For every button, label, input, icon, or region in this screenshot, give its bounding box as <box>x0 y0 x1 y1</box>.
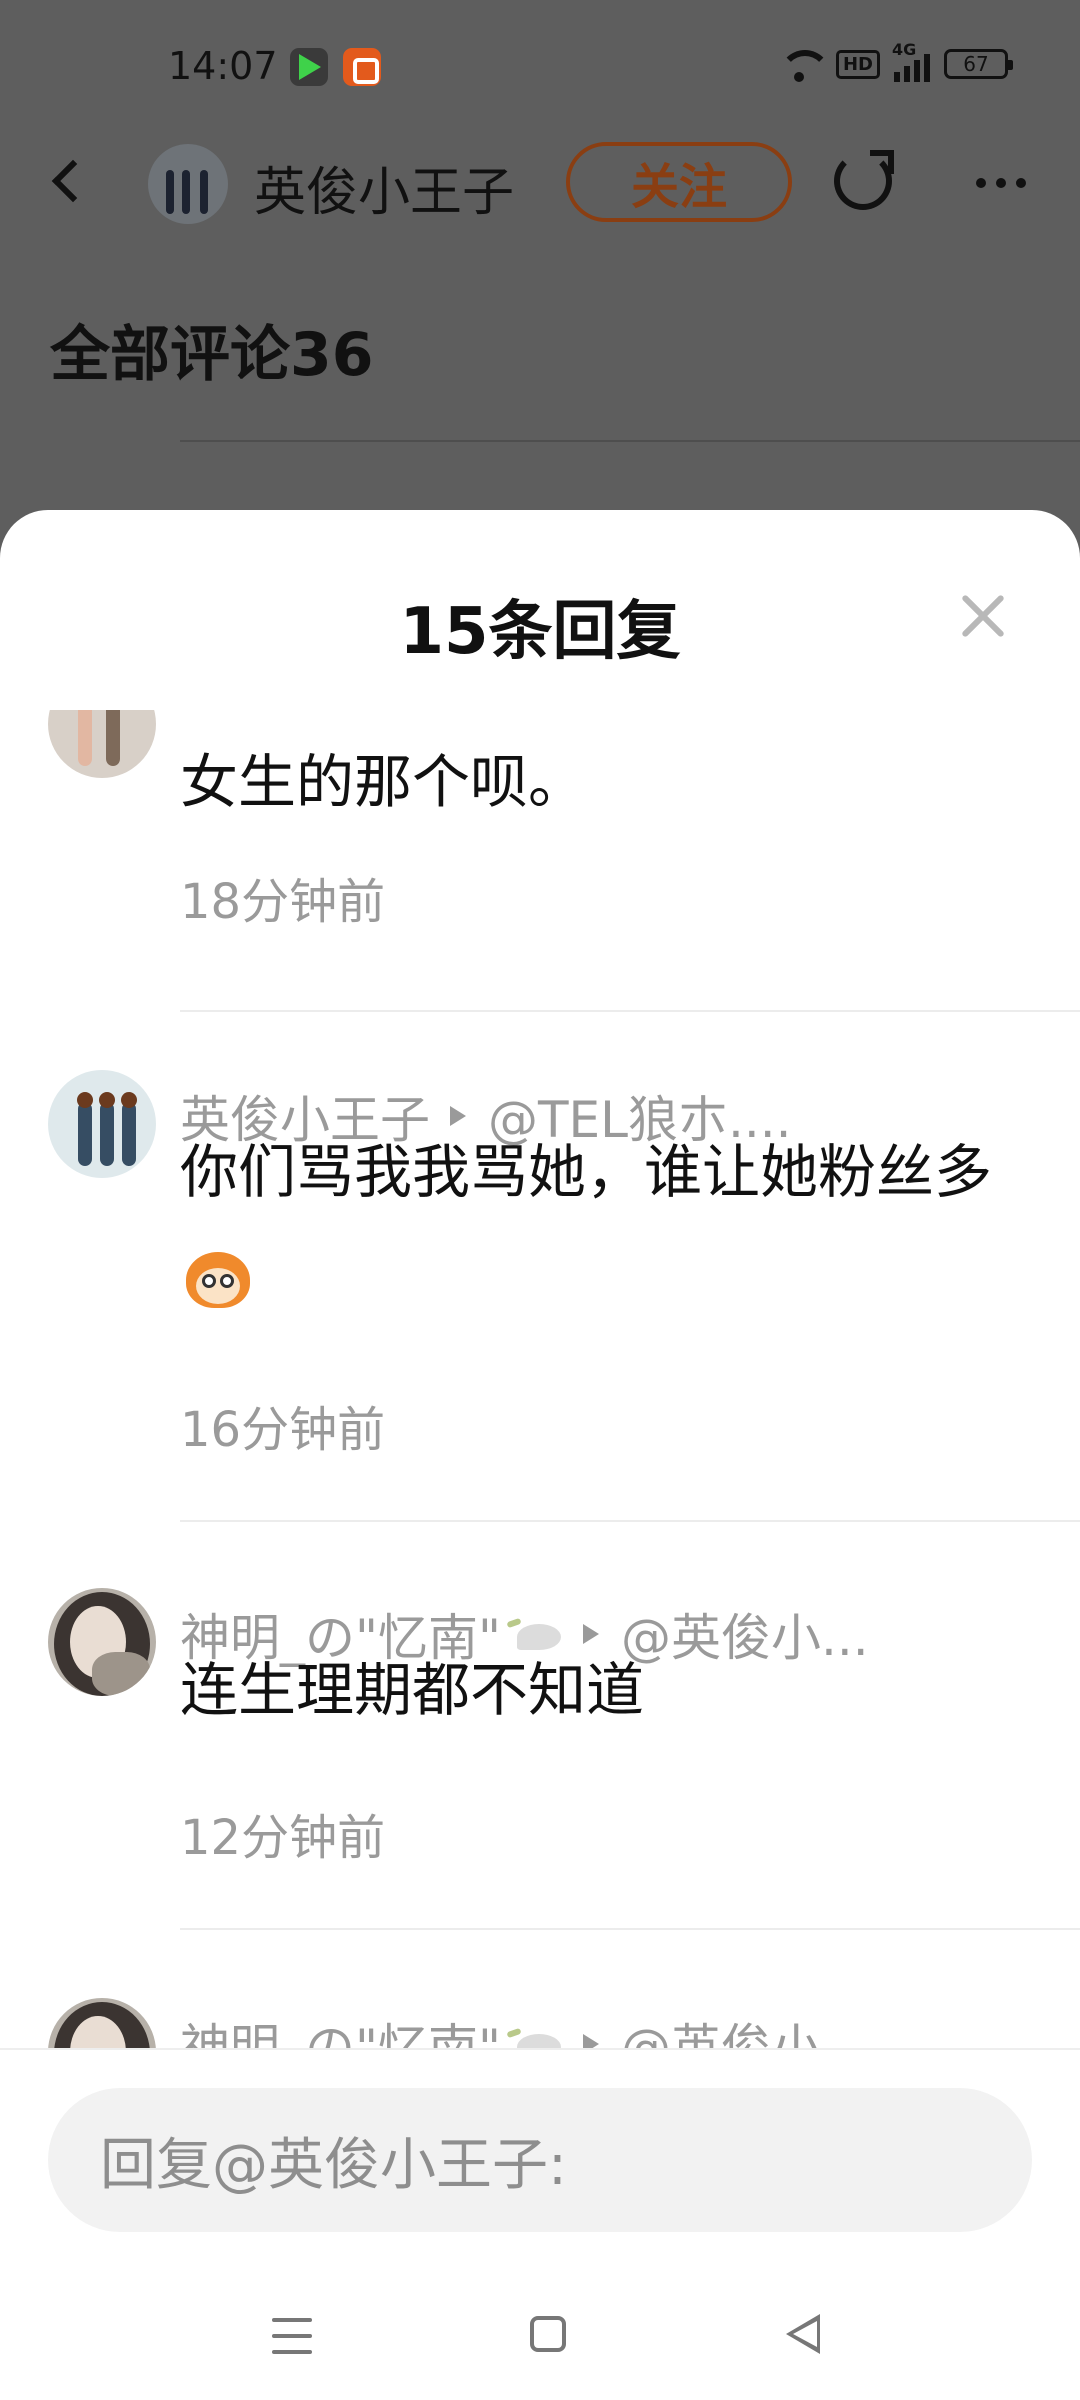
sheet-title: 15条回复 <box>399 595 681 669</box>
divider <box>180 1520 1080 1522</box>
more-options-icon[interactable] <box>976 178 1026 188</box>
follow-button[interactable]: 关注 <box>566 142 792 222</box>
reply-input-placeholder: 回复@英俊小王子: <box>100 2132 567 2198</box>
reply-list[interactable]: 女生的那个呗。 18分钟前 英俊小王子 @TEL狼朩.... 你们骂我我骂她，谁… <box>0 710 1080 2050</box>
network-type-label: 4G <box>892 40 917 59</box>
reply-author[interactable]: 神明_の"忆南" <box>180 2008 501 2050</box>
reply-time: 18分钟前 <box>180 874 386 930</box>
reply-time: 12分钟前 <box>180 1810 386 1866</box>
reply-footer: 回复@英俊小王子: <box>0 2048 1080 2400</box>
author-avatar[interactable] <box>148 144 228 224</box>
hd-icon: HD <box>835 49 880 79</box>
system-nav-bar <box>0 2290 1080 2400</box>
home-icon[interactable] <box>530 2316 566 2352</box>
replies-sheet: 15条回复 女生的那个呗。 18分钟前 英俊小王子 @TEL狼朩.... 你们骂… <box>0 510 1080 2400</box>
close-icon[interactable] <box>958 590 1008 640</box>
divider <box>180 1928 1080 1930</box>
avatar[interactable] <box>48 1588 156 1696</box>
divider <box>180 1010 1080 1012</box>
avatar[interactable] <box>48 1070 156 1178</box>
author-name[interactable]: 英俊小王子 <box>254 150 514 225</box>
battery-icon: 67 <box>944 49 1013 79</box>
status-bar: 14:07 HD 4G 67 <box>0 0 1080 140</box>
avatar[interactable] <box>48 1998 156 2050</box>
reply-text: 女生的那个呗。 <box>180 748 587 816</box>
back-icon[interactable] <box>786 2314 820 2354</box>
recent-apps-icon[interactable] <box>272 2318 312 2354</box>
avatar[interactable] <box>48 710 156 778</box>
reply-time: 16分钟前 <box>180 1402 386 1458</box>
status-time: 14:07 <box>168 44 278 88</box>
reply-input[interactable]: 回复@英俊小王子: <box>48 2088 1032 2232</box>
kuaishou-app-icon <box>343 48 381 86</box>
video-app-icon <box>290 48 328 86</box>
share-icon[interactable] <box>834 150 894 210</box>
reply-meta: 神明_の"忆南" @英俊小 <box>180 2008 821 2050</box>
wifi-icon <box>776 46 831 82</box>
reply-target[interactable]: @英俊小 <box>621 2008 821 2050</box>
battery-level: 67 <box>963 52 989 76</box>
divider <box>180 440 1080 442</box>
signal-icon: 4G <box>892 40 930 82</box>
reply-text: 你们骂我我骂她，谁让她粉丝多 <box>180 1120 1000 1328</box>
back-arrow-icon[interactable] <box>51 159 95 203</box>
all-comments-title: 全部评论36 <box>50 320 374 390</box>
reply-text: 连生理期都不知道 <box>180 1656 645 1724</box>
status-icons: HD 4G 67 <box>776 40 1013 82</box>
screen: 14:07 HD 4G 67 英俊小王子 关注 全部评论36 15条回复 女生的… <box>0 0 1080 2400</box>
monkey-emoji-icon <box>186 1251 250 1308</box>
dove-icon <box>507 2026 563 2050</box>
top-bar: 英俊小王子 关注 <box>0 140 1080 224</box>
